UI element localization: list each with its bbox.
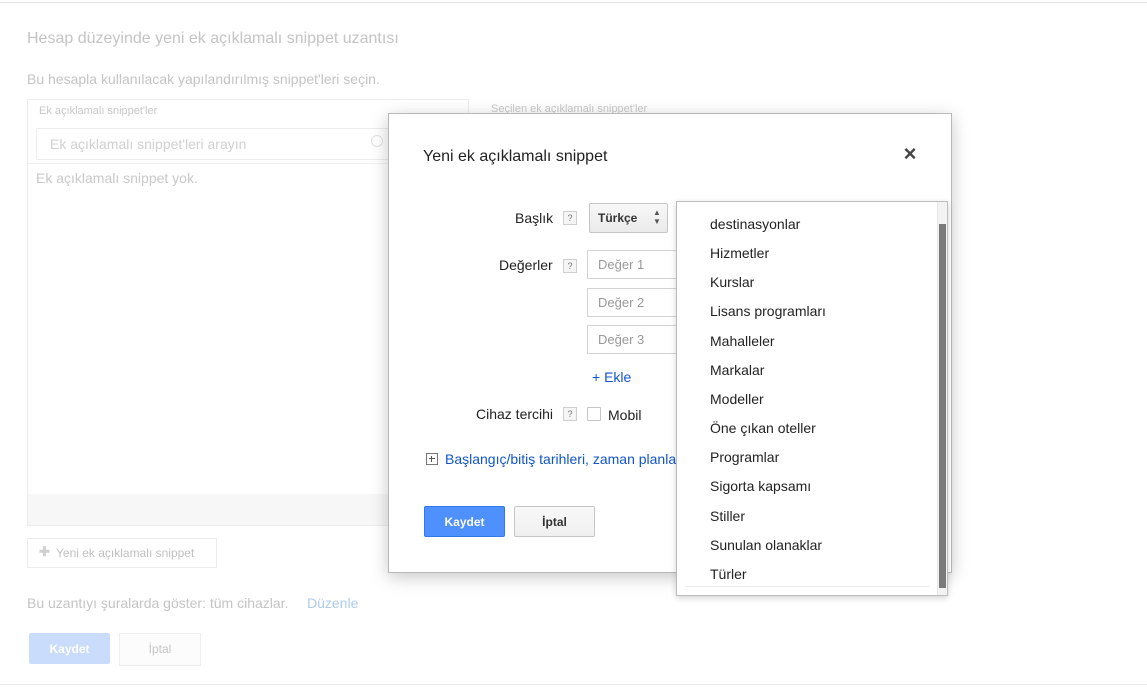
dialog-title: Yeni ek açıklamalı snippet (423, 148, 608, 165)
dropdown-item[interactable]: Sunulan olanaklar (710, 537, 822, 553)
device-help-icon[interactable]: ? (563, 407, 577, 421)
values-help-icon[interactable]: ? (563, 259, 577, 273)
cancel-button[interactable]: İptal (514, 506, 595, 537)
dropdown-item[interactable]: Türler (710, 566, 747, 582)
mobile-checkbox[interactable] (587, 407, 601, 421)
page-subtitle: Bu hesapla kullanılacak yapılandırılmış … (27, 71, 380, 87)
dropdown-item[interactable]: Stiller (710, 508, 745, 524)
value-1-input[interactable] (587, 250, 687, 279)
scrollbar-thumb[interactable] (939, 224, 946, 588)
dropdown-item[interactable]: Kurslar (710, 274, 754, 290)
dropdown-item[interactable]: Sigorta kapsamı (710, 478, 811, 494)
new-snippet-label: Yeni ek açıklamalı snippet (56, 546, 195, 560)
page-title: Hesap düzeyinde yeni ek açıklamalı snipp… (27, 30, 399, 47)
close-icon[interactable]: × (898, 142, 922, 166)
bottom-divider (0, 684, 1147, 685)
expand-icon[interactable] (426, 453, 438, 465)
edit-link[interactable]: Düzenle (307, 595, 358, 611)
device-preference-label: Cihaz tercihi (476, 406, 554, 422)
value-2-input[interactable] (587, 288, 687, 317)
select-arrows-icon: ▲ ▼ (653, 208, 661, 226)
language-value: Türkçe (598, 211, 638, 225)
empty-message: Ek açıklamalı snippet yok. (36, 170, 198, 186)
cancel-label: İptal (542, 515, 567, 529)
background-cancel-button[interactable]: İptal (119, 633, 201, 666)
search-placeholder: Ek açıklamalı snippet'leri arayın (50, 136, 247, 152)
values-label: Değerler (499, 257, 553, 273)
dropdown-item[interactable]: Lisans programları (710, 303, 826, 319)
background-save-label: Kaydet (49, 642, 90, 656)
new-snippet-button[interactable]: ✚ Yeni ek açıklamalı snippet (27, 538, 217, 568)
device-display-text: Bu uzantıyı şuralarda göster: tüm cihazl… (27, 595, 289, 611)
save-button[interactable]: Kaydet (424, 506, 505, 537)
heading-help-icon[interactable]: ? (563, 211, 577, 225)
schedule-expand-link[interactable]: Başlangıç/bitiş tarihleri, zaman planlam… (445, 451, 696, 467)
dropdown-item[interactable]: Programlar (710, 449, 779, 465)
mobile-label: Mobil (608, 407, 642, 423)
save-label: Kaydet (444, 515, 485, 529)
dropdown-item[interactable]: Mahalleler (710, 333, 775, 349)
dropdown-item[interactable]: Markalar (710, 362, 764, 378)
dropdown-scrollbar[interactable] (937, 202, 947, 595)
snippets-panel-label: Ek açıklamalı snippet'ler (39, 105, 158, 117)
heading-label: Başlık (515, 210, 554, 226)
snippets-search-input[interactable]: Ek açıklamalı snippet'leri arayın (36, 128, 394, 160)
value-3-input[interactable] (587, 325, 687, 354)
dropdown-item[interactable]: Modeller (710, 391, 764, 407)
top-divider (0, 2, 1147, 3)
search-icon (371, 135, 383, 147)
header-type-dropdown[interactable]: destinasyonlar Hizmetler Kurslar Lisans … (676, 201, 948, 596)
background-cancel-label: İptal (148, 642, 172, 656)
background-save-button[interactable]: Kaydet (29, 633, 110, 664)
language-select[interactable]: Türkçe ▲ ▼ (589, 203, 668, 233)
dropdown-item[interactable]: Öne çıkan oteller (710, 420, 816, 436)
plus-icon: ✚ (39, 544, 50, 559)
add-value-link[interactable]: + Ekle (592, 369, 631, 385)
dropdown-divider (685, 586, 929, 587)
dropdown-item[interactable]: Hizmetler (710, 245, 769, 261)
dropdown-item[interactable]: destinasyonlar (710, 216, 800, 232)
